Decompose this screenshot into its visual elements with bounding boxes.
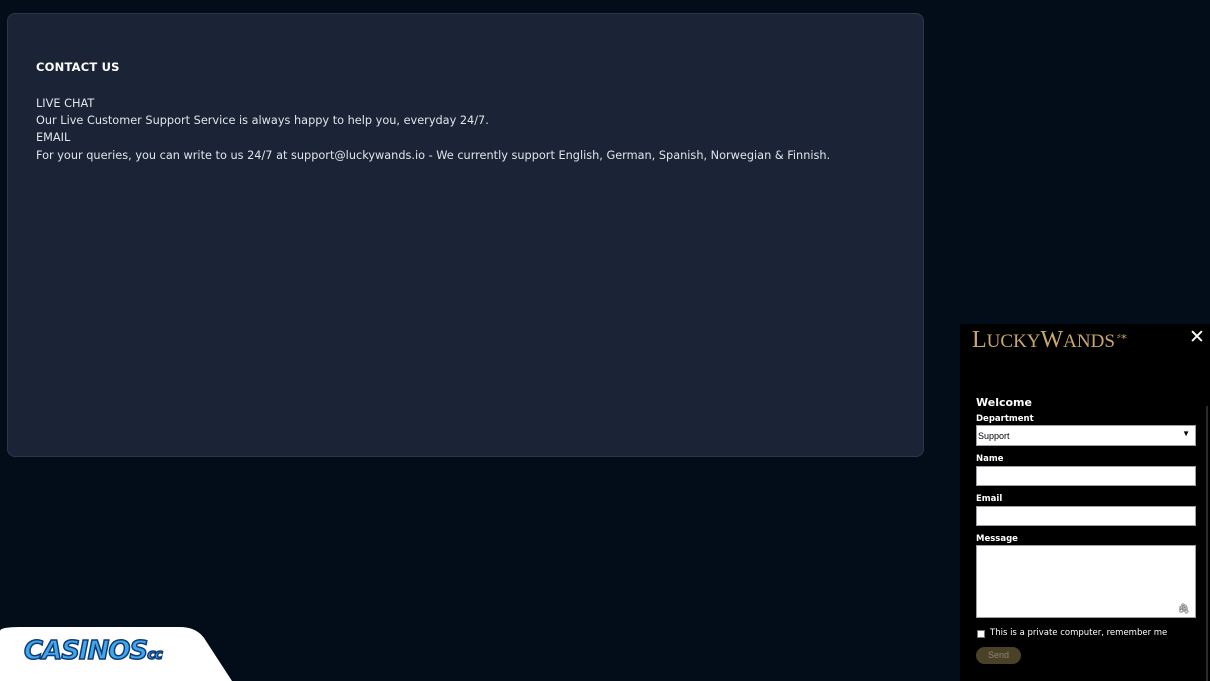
email-label: Email: [976, 494, 1003, 504]
email-heading: EMAIL: [36, 131, 71, 145]
luckywands-logo: LUCKYWANDS ⸗⁎: [972, 327, 1127, 354]
casinos-logo[interactable]: CASINOScc: [23, 635, 163, 667]
live-chat-heading: LIVE CHAT: [36, 97, 95, 110]
casinos-logo-text: CASINOS: [23, 635, 149, 667]
department-value: Support: [978, 431, 1010, 441]
logo-letter-l: L: [972, 327, 987, 353]
page: CONTACT US LIVE CHAT Our Live Customer S…: [0, 0, 1210, 681]
chevron-down-icon: ▼: [1182, 429, 1190, 438]
message-label: Message: [976, 534, 1018, 544]
close-icon[interactable]: ✕: [1189, 325, 1205, 349]
chat-widget: LUCKYWANDS ⸗⁎ ✕ Welcome Department Suppor…: [960, 324, 1210, 681]
casinos-logo-suffix: cc: [146, 646, 163, 664]
email-description: For your queries, you can write to us 24…: [36, 148, 831, 162]
name-label: Name: [976, 454, 1004, 464]
remember-label: This is a private computer, remember me: [990, 628, 1168, 638]
contact-card: CONTACT US LIVE CHAT Our Live Customer S…: [7, 13, 924, 457]
email-field[interactable]: [976, 506, 1196, 526]
attachment-icon[interactable]: 🖇: [1177, 604, 1190, 615]
contact-title: CONTACT US: [36, 60, 120, 74]
department-label: Department: [976, 414, 1034, 424]
chat-welcome: Welcome: [976, 396, 1032, 409]
logo-part-ucky: UCKY: [986, 331, 1041, 352]
logo-letter-w: W: [1040, 327, 1064, 353]
remember-checkbox[interactable]: [977, 630, 985, 638]
name-field[interactable]: [976, 466, 1196, 486]
live-chat-description: Our Live Customer Support Service is alw…: [36, 114, 489, 128]
send-button[interactable]: Send: [976, 647, 1021, 664]
wand-sparkle-icon: ⸗⁎: [1116, 328, 1127, 342]
message-field[interactable]: 🖇: [976, 545, 1196, 618]
logo-part-ands: ANDS: [1063, 331, 1115, 352]
department-select[interactable]: Support ▼: [976, 425, 1196, 446]
chat-scrollbar[interactable]: [1206, 406, 1208, 681]
